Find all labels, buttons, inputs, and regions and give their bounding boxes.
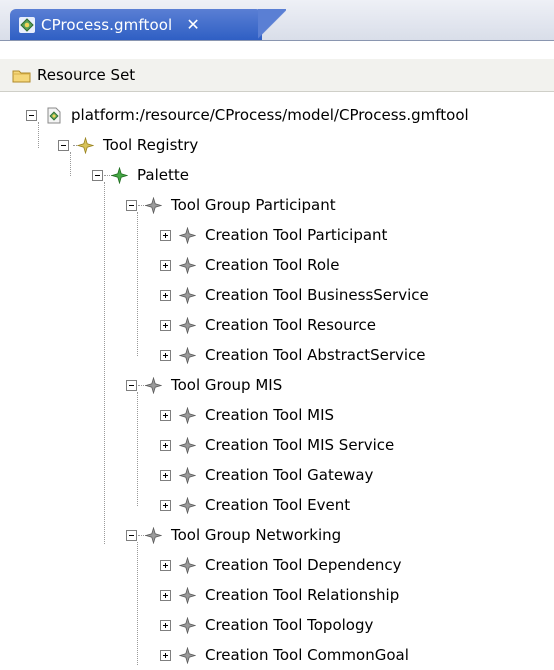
tab-title: CProcess.gmftool [41,15,173,34]
tree-node-tool[interactable]: Creation Tool Participant [160,220,387,250]
tool-label: Creation Tool Dependency [205,556,402,574]
expand-icon[interactable] [160,619,171,631]
tree-node-tool[interactable]: Creation Tool CommonGoal [160,640,409,670]
collapse-icon[interactable] [58,139,69,151]
registry-diamond-icon [77,136,94,154]
tree-guide [137,212,138,356]
tree-node-root[interactable]: platform:/resource/CProcess/model/CProce… [26,100,469,130]
expand-icon[interactable] [160,559,171,571]
tree-node-tool[interactable]: Creation Tool MIS [160,400,334,430]
tree-node-palette[interactable]: Palette [92,160,189,190]
creation-tool-diamond-icon [179,496,196,514]
expand-icon[interactable] [160,649,171,661]
tool-label: Creation Tool AbstractService [205,346,426,364]
tree-guide [137,392,138,506]
editor-tab-bar: CProcess.gmftool ✕ [0,0,554,41]
tree-guide [104,182,105,544]
expand-icon[interactable] [160,349,171,361]
tool-label: Creation Tool BusinessService [205,286,429,304]
folder-icon [12,70,31,82]
gmftool-file-icon [19,16,35,33]
tree-node-group[interactable]: Tool Group MIS [126,370,282,400]
expand-icon[interactable] [160,469,171,481]
gmftool-file-icon [47,107,61,123]
tree-node-group[interactable]: Tool Group Networking [126,520,341,550]
creation-tool-diamond-icon [179,346,196,364]
expand-icon[interactable] [160,259,171,271]
tree-node-tool[interactable]: Creation Tool Resource [160,310,376,340]
resource-set-header: Resource Set [0,59,554,92]
tool-label: Creation Tool Resource [205,316,376,334]
tool-label: Creation Tool Relationship [205,586,400,604]
resource-tree: platform:/resource/CProcess/model/CProce… [0,100,554,665]
tool-label: Creation Tool Role [205,256,340,274]
tree-node-tool[interactable]: Creation Tool Role [160,250,339,280]
expand-icon[interactable] [160,289,171,301]
expand-icon[interactable] [160,409,171,421]
collapse-icon[interactable] [126,379,137,391]
tree-node-tool[interactable]: Creation Tool Topology [160,610,373,640]
creation-tool-diamond-icon [179,466,196,484]
creation-tool-diamond-icon [179,406,196,424]
tool-group-diamond-icon [145,376,162,394]
tool-label: Creation Tool Topology [205,616,374,634]
creation-tool-diamond-icon [179,556,196,574]
tree-node-tool[interactable]: Creation Tool Dependency [160,550,402,580]
tool-label: Creation Tool Event [205,496,351,514]
expand-icon[interactable] [160,229,171,241]
tree-node-tool[interactable]: Creation Tool Event [160,490,350,520]
tree-guide [137,542,138,665]
tree-node-tool[interactable]: Creation Tool Relationship [160,580,399,610]
expand-icon[interactable] [160,589,171,601]
resource-set-label: Resource Set [37,66,136,84]
tab-fold [258,9,286,40]
tool-group-diamond-icon [145,196,162,214]
close-icon[interactable]: ✕ [186,15,199,34]
tool-label: Creation Tool Participant [205,226,388,244]
creation-tool-diamond-icon [179,616,196,634]
expand-icon[interactable] [160,319,171,331]
creation-tool-diamond-icon [179,646,196,664]
tree-node-group[interactable]: Tool Group Participant [126,190,336,220]
collapse-icon[interactable] [126,529,137,541]
creation-tool-diamond-icon [179,586,196,604]
creation-tool-diamond-icon [179,226,196,244]
expand-icon[interactable] [160,439,171,451]
creation-tool-diamond-icon [179,436,196,454]
tool-label: Creation Tool Gateway [205,466,374,484]
collapse-icon[interactable] [92,169,103,181]
tab-cprocess-gmftool[interactable]: CProcess.gmftool ✕ [10,9,262,40]
tree-node-tool[interactable]: Creation Tool AbstractService [160,340,426,370]
root-label: platform:/resource/CProcess/model/CProce… [71,106,469,124]
group-label: Tool Group Networking [171,526,342,544]
tree-node-tool-registry[interactable]: Tool Registry [58,130,198,160]
creation-tool-diamond-icon [179,256,196,274]
collapse-icon[interactable] [126,199,137,211]
creation-tool-diamond-icon [179,286,196,304]
palette-label: Palette [137,166,189,184]
tree-node-tool[interactable]: Creation Tool MIS Service [160,430,394,460]
collapse-icon[interactable] [26,109,37,121]
tool-label: Creation Tool MIS Service [205,436,395,454]
tool-group-diamond-icon [145,526,162,544]
expand-icon[interactable] [160,499,171,511]
group-label: Tool Group MIS [171,376,283,394]
group-label: Tool Group Participant [171,196,336,214]
creation-tool-diamond-icon [179,316,196,334]
tree-node-tool[interactable]: Creation Tool Gateway [160,460,373,490]
tree-node-tool[interactable]: Creation Tool BusinessService [160,280,429,310]
tool-label: Creation Tool MIS [205,406,335,424]
registry-label: Tool Registry [103,136,199,154]
palette-diamond-icon [111,166,128,184]
tool-label: Creation Tool CommonGoal [205,646,409,664]
